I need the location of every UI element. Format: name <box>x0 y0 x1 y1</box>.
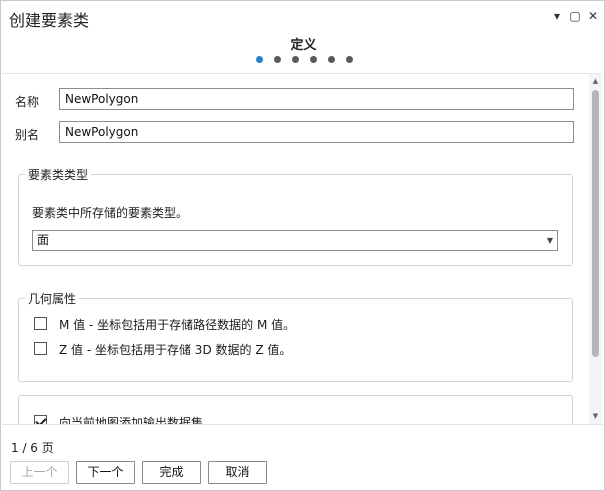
step-dot-6[interactable] <box>346 56 353 63</box>
step-dot-2[interactable] <box>274 56 281 63</box>
chevron-down-icon: ▼ <box>546 236 553 245</box>
feature-type-description: 要素类中所存储的要素类型。 <box>32 206 189 220</box>
feature-type-legend: 要素类类型 <box>25 166 92 183</box>
title-bar: 创建要素类 ▾ ▢ ✕ <box>1 1 604 33</box>
step-title: 定义 <box>290 38 317 53</box>
scrollbar-thumb[interactable] <box>592 90 599 357</box>
feature-type-select[interactable]: 面 ▼ <box>32 230 558 251</box>
geometry-properties-group: 几何属性 M 值 - 坐标包括用于存储路径数据的 M 值。 Z 值 - 坐标包括… <box>18 290 573 382</box>
next-button[interactable]: 下一个 <box>76 461 135 484</box>
create-feature-class-window: 创建要素类 ▾ ▢ ✕ 定义 名称 NewPolygon 别名 NewPolyg… <box>0 0 605 491</box>
window-title: 创建要素类 <box>9 11 90 30</box>
cancel-button[interactable]: 取消 <box>208 461 267 484</box>
alias-input[interactable]: NewPolygon <box>59 121 574 143</box>
maximize-icon[interactable]: ▢ <box>567 8 583 24</box>
name-input[interactable]: NewPolygon <box>59 88 574 110</box>
m-values-checkbox[interactable] <box>34 317 47 330</box>
scroll-up-icon[interactable]: ▲ <box>589 75 602 87</box>
step-dot-4[interactable] <box>310 56 317 63</box>
add-to-map-group: 向当前地图添加输出数据集 <box>18 395 573 424</box>
previous-button[interactable]: 上一个 <box>10 461 69 484</box>
step-dot-5[interactable] <box>328 56 335 63</box>
z-values-label: Z 值 - 坐标包括用于存储 3D 数据的 Z 值。 <box>59 343 292 357</box>
geometry-properties-legend: 几何属性 <box>25 290 80 307</box>
page-indicator: 1 / 6 页 <box>11 441 54 455</box>
wizard-content: 名称 NewPolygon 别名 NewPolygon 要素类类型 要素类中所存… <box>1 74 589 424</box>
feature-type-selected-value: 面 <box>37 233 50 247</box>
feature-type-group: 要素类类型 要素类中所存储的要素类型。 面 ▼ <box>18 166 573 266</box>
step-dot-1[interactable] <box>256 56 263 63</box>
close-icon[interactable]: ✕ <box>585 8 601 24</box>
m-values-label: M 值 - 坐标包括用于存储路径数据的 M 值。 <box>59 318 296 332</box>
footer-divider <box>2 424 603 425</box>
name-label: 名称 <box>15 95 40 109</box>
finish-button[interactable]: 完成 <box>142 461 201 484</box>
vertical-scrollbar[interactable]: ▲ ▼ <box>589 74 602 424</box>
alias-label: 别名 <box>15 128 40 142</box>
step-dot-3[interactable] <box>292 56 299 63</box>
options-dropdown-icon[interactable]: ▾ <box>549 8 565 24</box>
scroll-down-icon[interactable]: ▼ <box>589 410 602 422</box>
add-to-map-checkbox[interactable] <box>34 415 47 424</box>
step-indicator <box>256 56 356 64</box>
add-to-map-label: 向当前地图添加输出数据集 <box>59 416 204 424</box>
z-values-checkbox[interactable] <box>34 342 47 355</box>
